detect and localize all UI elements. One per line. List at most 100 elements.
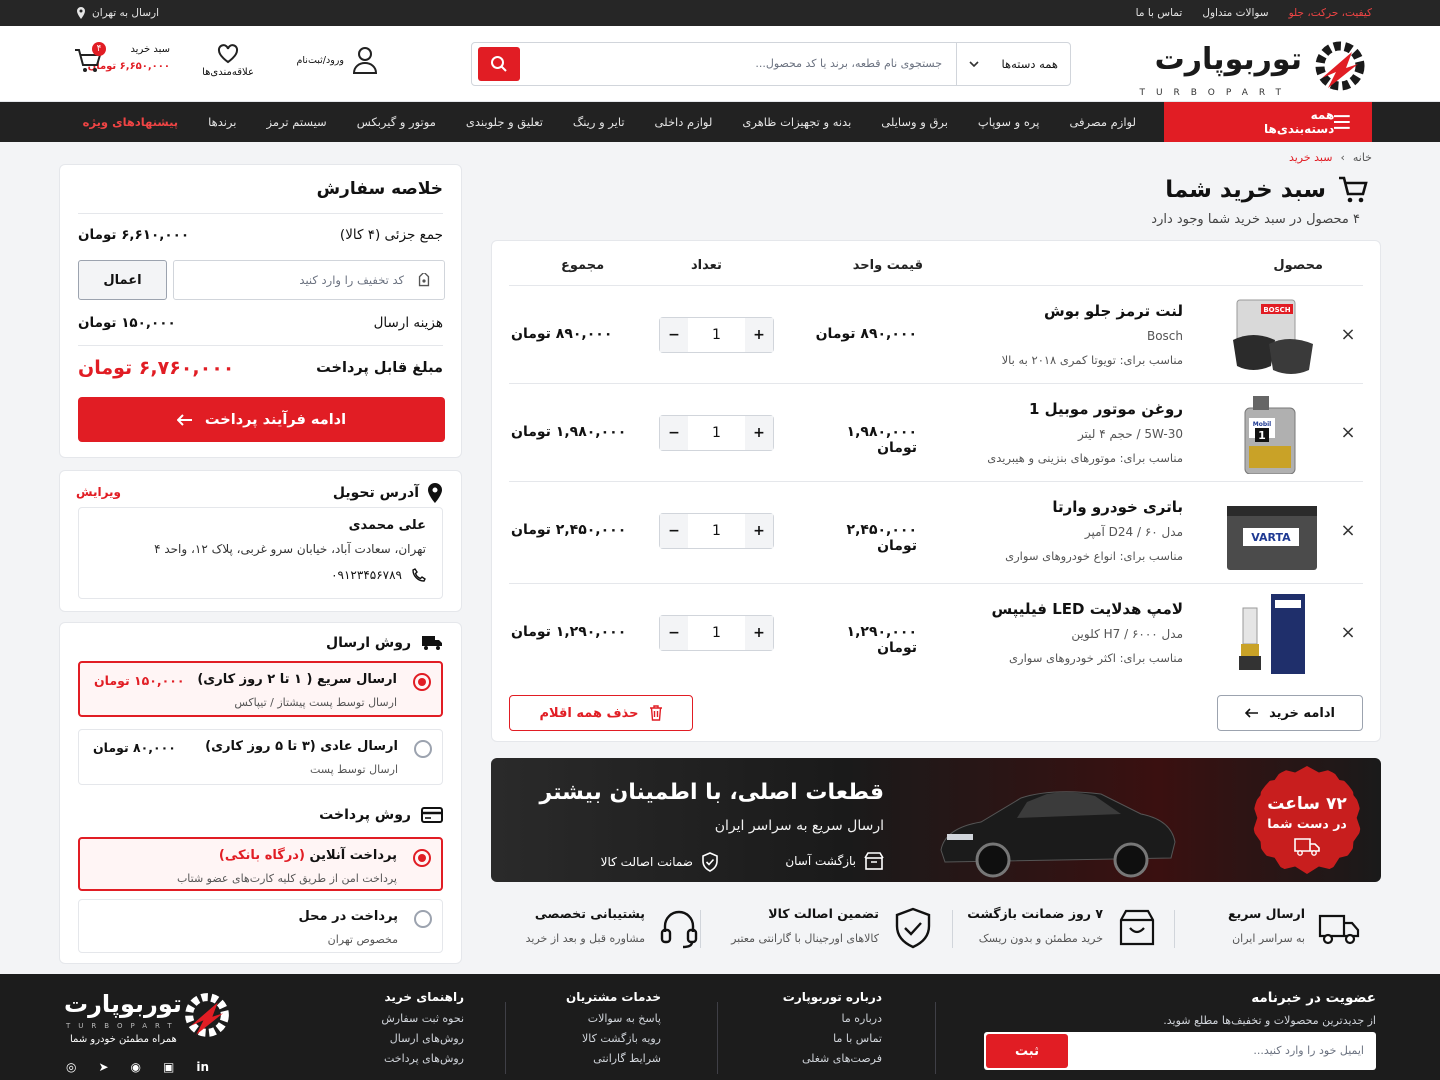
shipping-method-header: روش ارسال xyxy=(326,635,443,651)
nav-item-tires[interactable]: تایر و رینگ xyxy=(573,115,625,129)
increase-qty-button[interactable]: + xyxy=(745,416,773,450)
newsletter-submit-button[interactable]: ثبت xyxy=(986,1034,1068,1068)
search-button[interactable] xyxy=(478,47,520,81)
payment-method-title: روش پرداخت xyxy=(319,807,411,823)
decrease-qty-button[interactable]: − xyxy=(660,416,688,450)
user-icon xyxy=(352,47,378,74)
remove-item-button[interactable]: × xyxy=(1337,622,1359,644)
decrease-qty-button[interactable]: − xyxy=(660,318,688,352)
footer-link[interactable]: روش‌های ارسال xyxy=(381,1032,464,1045)
footer-link[interactable]: رویه بازگشت کالا xyxy=(566,1032,661,1045)
increase-qty-button[interactable]: + xyxy=(745,318,773,352)
nav-item-body[interactable]: بدنه و تجهیزات ظاهری xyxy=(742,115,851,129)
top-bar: کیفیت، حرکت، جلو سوالات متداول تماس با م… xyxy=(0,0,1440,26)
qty-value[interactable]: 1 xyxy=(688,514,745,548)
decrease-qty-button[interactable]: − xyxy=(660,616,688,650)
decrease-qty-button[interactable]: − xyxy=(660,514,688,548)
address-text: تهران، سعادت آباد، خیابان سرو غربی، پلاک… xyxy=(154,542,426,556)
banner-feature-return: بازگشت آسان xyxy=(785,852,884,870)
search-input[interactable]: جستجوی نام قطعه، برند یا کد محصول... xyxy=(755,57,942,70)
contact-link[interactable]: تماس با ما xyxy=(1136,7,1183,19)
footer-link[interactable]: فرصت‌های شغلی xyxy=(783,1052,882,1065)
nav-item-engine[interactable]: موتور و گیربکس xyxy=(357,115,436,129)
logo[interactable]: توربوپارت TURBOPART xyxy=(1139,38,1368,98)
footer-link[interactable]: تماس با ما xyxy=(783,1032,882,1045)
payment-option-online[interactable]: پرداخت آنلاین (درگاه بانکی) پرداخت امن ا… xyxy=(78,837,443,891)
qty-value[interactable]: 1 xyxy=(688,616,745,650)
apply-coupon-button[interactable]: اعمال xyxy=(78,260,167,300)
login-button[interactable]: ورود/ثبت‌نام xyxy=(297,46,378,74)
shipping-option-standard[interactable]: ارسال عادی (۳ تا ۵ روز کاری) ارسال توسط … xyxy=(78,729,443,785)
gear-logo-icon xyxy=(185,993,229,1037)
product-name[interactable]: باتری خودرو وارتا xyxy=(1052,498,1183,516)
promo-banner[interactable]: قطعات اصلی، با اطمینان بیشتر ارسال سریع … xyxy=(491,758,1381,882)
remove-item-button[interactable]: × xyxy=(1337,422,1359,444)
payment-option-title-note: (درگاه بانکی) xyxy=(218,848,305,863)
shipping-option-express[interactable]: ارسال سریع ( ۱ تا ۲ روز کاری) ارسال توسط… xyxy=(78,661,443,717)
breadcrumb: خانه › سبد خرید xyxy=(1289,151,1372,164)
location-selector[interactable]: ارسال به تهران xyxy=(76,7,159,19)
increase-qty-button[interactable]: + xyxy=(745,514,773,548)
nav-item-brakes[interactable]: سیستم ترمز xyxy=(266,115,326,129)
payable-label: مبلغ قابل پرداخت xyxy=(316,360,443,376)
radio-unselected[interactable] xyxy=(414,740,432,758)
product-name[interactable]: لامپ هدلایت LED فیلیپس xyxy=(991,600,1183,618)
linkedin-icon[interactable]: in xyxy=(196,1060,209,1074)
footer-logo[interactable]: توربوپارت TURBOPART همراه مطمئن خودرو شم… xyxy=(64,988,234,1054)
search-icon xyxy=(491,56,507,72)
feature-desc: کالاهای اورجینال با گارانتی معتبر xyxy=(731,932,879,945)
edit-address-link[interactable]: ویرایش xyxy=(76,485,121,499)
telegram-icon[interactable]: ➤ xyxy=(98,1060,108,1074)
footer: عضویت در خبرنامه از جدیدترین محصولات و ت… xyxy=(0,974,1440,1080)
nav-item-special-offers[interactable]: پیشنهادهای ویژه xyxy=(83,115,178,129)
unit-price: ۱,۲۹۰,۰۰۰ تومان xyxy=(846,624,917,656)
favorites-button[interactable]: علاقه‌مندی‌ها xyxy=(198,44,258,78)
nav-item-electrical[interactable]: برق و وسایلی xyxy=(881,115,948,129)
footer-col-about: درباره توربوپارت درباره ما تماس با ما فر… xyxy=(783,990,882,1072)
qty-value[interactable]: 1 xyxy=(688,318,745,352)
radio-unselected[interactable] xyxy=(414,910,432,928)
footer-link[interactable]: شرایط گارانتی xyxy=(566,1052,661,1065)
faq-link[interactable]: سوالات متداول xyxy=(1202,7,1268,19)
nav-item-suspension[interactable]: تعلیق و جلوبندی xyxy=(466,115,543,129)
nav-item-consumables[interactable]: لوازم مصرفی xyxy=(1069,115,1136,129)
qty-value[interactable]: 1 xyxy=(688,416,745,450)
product-name[interactable]: روغن موتور موبیل 1 xyxy=(1029,400,1183,418)
product-spec: مدل H7 / ۶۰۰۰ کلوین xyxy=(1071,627,1183,641)
nav-item-brands[interactable]: برندها xyxy=(208,115,236,129)
category-select[interactable]: همه دسته‌ها xyxy=(956,43,1070,85)
footer-link[interactable]: نحوه ثبت سفارش xyxy=(381,1012,464,1025)
divider xyxy=(952,910,953,948)
coupon-input[interactable]: کد تخفیف را وارد کنید xyxy=(173,260,445,300)
all-categories-button[interactable]: همه دسته‌بندی‌ها xyxy=(1164,102,1372,142)
footer-link[interactable]: درباره ما xyxy=(783,1012,882,1025)
remove-item-button[interactable]: × xyxy=(1337,520,1359,542)
product-name[interactable]: لنت ترمز جلو بوش xyxy=(1044,302,1183,320)
table-row: × BOSCH لنت ترمز جلو بوش Bosch مناسب برا… xyxy=(509,286,1363,384)
nav-item-valves[interactable]: پره و سوپاپ xyxy=(978,115,1040,129)
cart-button[interactable]: سبد خرید ۶,۶۵۰,۰۰۰ تومان ۴ xyxy=(74,42,178,94)
product-fitment: مناسب برای: تویوتا کمری ۲۰۱۸ به بالا xyxy=(1001,353,1183,367)
radio-selected[interactable] xyxy=(413,673,431,691)
email-field[interactable]: ایمیل خود را وارد کنید... xyxy=(1253,1044,1364,1057)
footer-col-title: خدمات مشتریان xyxy=(565,990,661,1004)
continue-shopping-button[interactable]: ادامه خرید xyxy=(1217,695,1363,731)
breadcrumb-home[interactable]: خانه xyxy=(1353,151,1372,164)
nav-item-interior[interactable]: لوازم داخلی xyxy=(655,115,713,129)
footer-link[interactable]: روش‌های پرداخت xyxy=(381,1052,464,1065)
banner-feature-genuine: ضمانت اصالت کالا xyxy=(601,852,719,872)
footer-link[interactable]: پاسخ به سوالات xyxy=(566,1012,661,1025)
instagram-icon[interactable]: ◎ xyxy=(66,1060,76,1074)
clear-cart-button[interactable]: حذف همه اقلام xyxy=(509,695,693,731)
aparat-icon[interactable]: ▣ xyxy=(163,1060,174,1074)
increase-qty-button[interactable]: + xyxy=(745,616,773,650)
checkout-button[interactable]: ادامه فرآیند پرداخت xyxy=(78,397,445,442)
cart-table: محصول قیمت واحد تعداد مجموع × BOSCH لنت … xyxy=(491,240,1381,742)
payment-option-cod[interactable]: پرداخت در محل مخصوص تهران xyxy=(78,899,443,953)
radio-selected[interactable] xyxy=(413,849,431,867)
delivery-badge: ۷۲ ساعت در دست شما xyxy=(1253,766,1361,874)
tag-icon xyxy=(418,273,430,287)
rubika-icon[interactable]: ◉ xyxy=(131,1060,141,1074)
divider xyxy=(1174,910,1175,948)
remove-item-button[interactable]: × xyxy=(1337,324,1359,346)
